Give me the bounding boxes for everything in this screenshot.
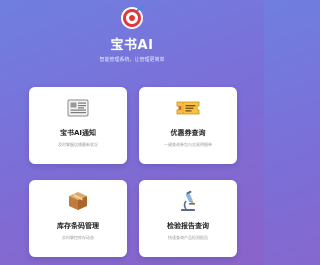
card-description: 快速查询产品检测报告 (168, 235, 208, 240)
card-description: 实时掌控库存动态 (62, 235, 94, 240)
app-header: 宝书AI 智能管理系统，让管理更简单 (0, 0, 264, 80)
box-icon (29, 190, 127, 212)
app-title: 宝书AI (110, 38, 154, 53)
card-title: 库存条码管理 (57, 222, 99, 230)
card-coupons[interactable]: 优惠券查询 一键查询券包与交易明细单 (139, 87, 237, 164)
card-notifications[interactable]: 宝书AI通知 及时掌握店铺最新状况 (29, 87, 127, 164)
card-inventory[interactable]: 库存条码管理 实时掌控库存动态 (29, 180, 127, 257)
app-subtitle: 智能管理系统，让管理更简单 (99, 57, 165, 63)
card-description: 及时掌握店铺最新状况 (58, 142, 98, 147)
ticket-icon (139, 97, 237, 119)
card-title: 检验报告查询 (167, 222, 209, 230)
newspaper-icon (29, 97, 127, 119)
card-description: 一键查询券包与交易明细单 (164, 142, 212, 147)
card-title: 优惠券查询 (170, 129, 206, 137)
microscope-icon (139, 190, 237, 212)
target-logo-icon (121, 4, 145, 29)
card-title: 宝书AI通知 (59, 129, 97, 137)
card-inspection-reports[interactable]: 检验报告查询 快速查询产品检测报告 (139, 180, 237, 257)
